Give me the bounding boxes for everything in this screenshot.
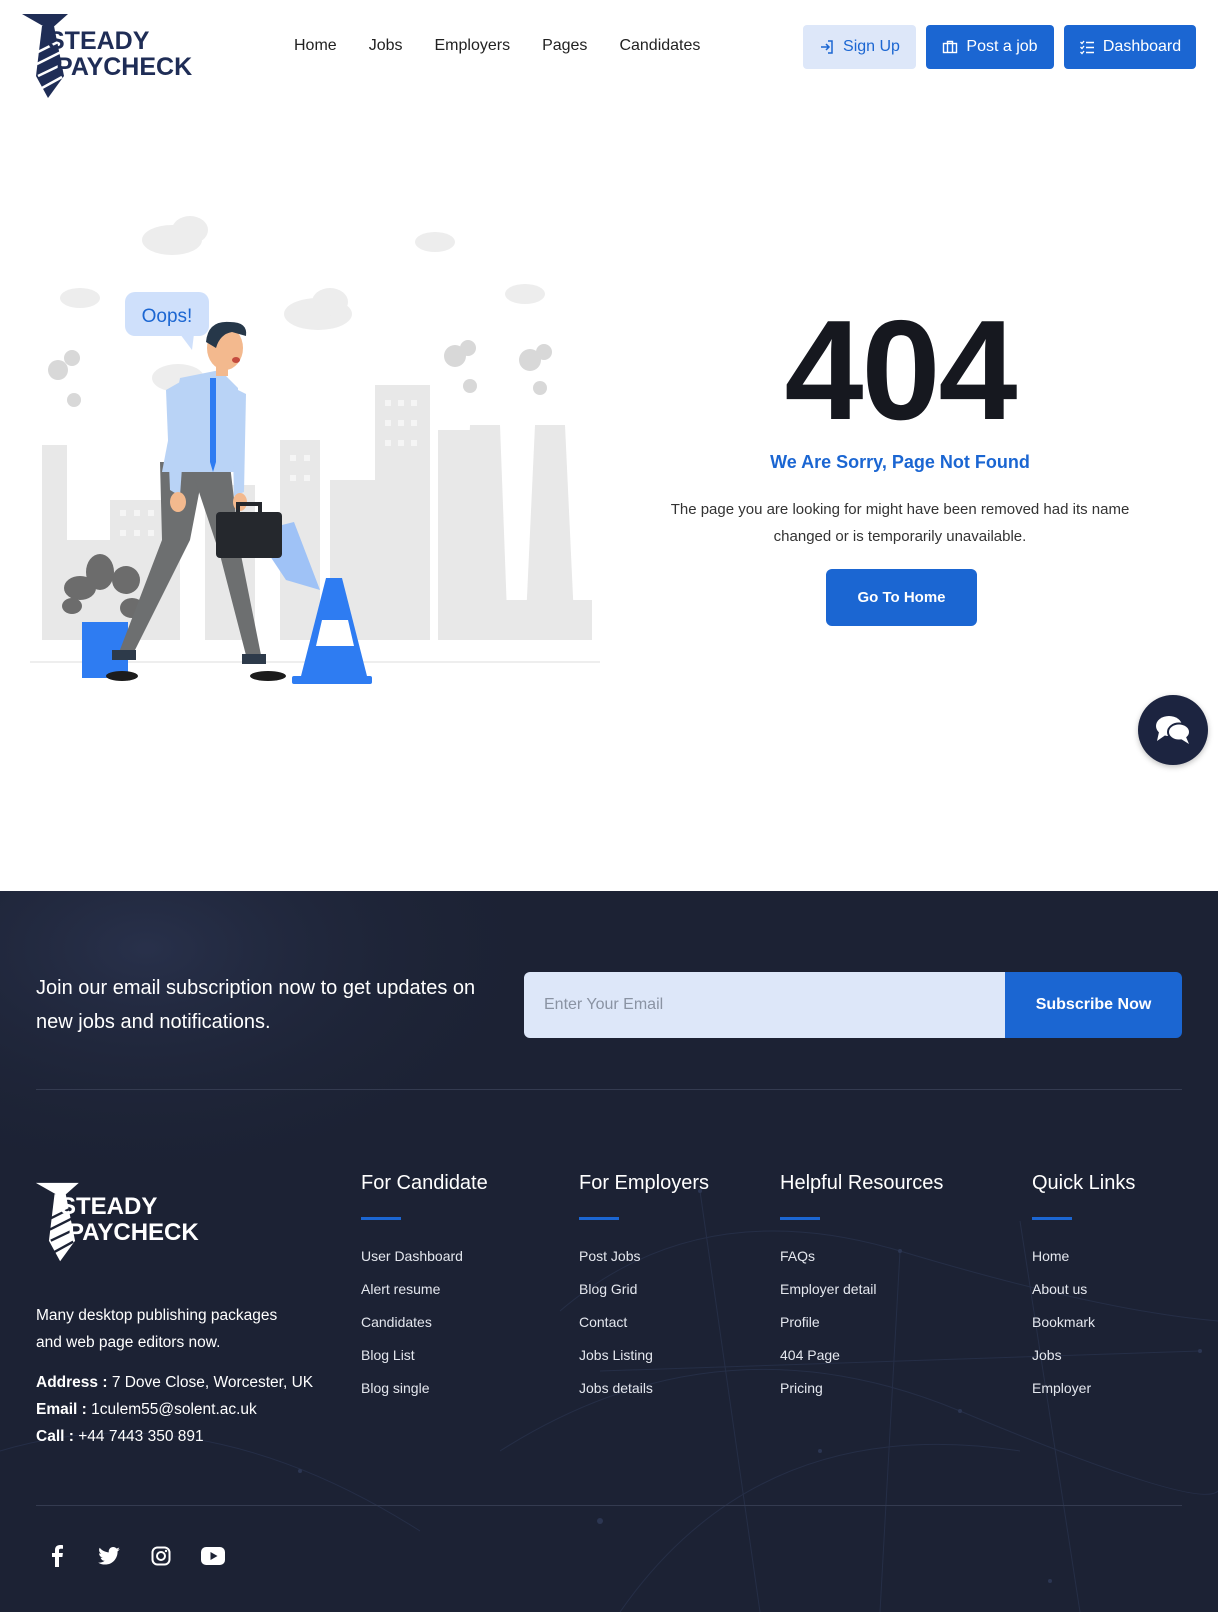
footer-column-title: For Candidate [361,1172,488,1194]
error-title: We Are Sorry, Page Not Found [770,452,1030,472]
footer-link[interactable]: 404 Page [780,1347,943,1364]
footer-call: Call : +44 7443 350 891 [36,1423,313,1450]
footer-column-resources: Helpful Resources FAQs Employer detail P… [780,1169,943,1413]
oops-bubble-text: Oops! [142,306,193,327]
footer-link[interactable]: About us [1032,1281,1135,1298]
footer-logo-line1: STEADY [60,1193,158,1220]
twitter-icon[interactable] [96,1543,122,1569]
instagram-icon[interactable] [148,1543,174,1569]
footer-link[interactable]: Post Jobs [579,1248,709,1265]
nav-item-home[interactable]: Home [294,34,337,58]
social-links [44,1543,226,1569]
error-message: The page you are looking for might have … [670,501,1130,545]
footer-logo[interactable]: STEADY PAYCHECK [34,1181,224,1266]
main-nav: Home Jobs Employers Pages Candidates [280,34,732,58]
footer-divider-top [36,1089,1182,1090]
sign-in-icon [821,40,833,54]
go-home-button[interactable]: Go To Home [826,569,977,626]
footer-column-employers: For Employers Post Jobs Blog Grid Contac… [579,1169,709,1413]
footer-link[interactable]: Alert resume [361,1281,488,1298]
footer-divider-bottom [36,1505,1182,1506]
footer-column-title: For Employers [579,1172,710,1194]
checklist-icon [1079,40,1094,55]
title-underline [579,1217,619,1220]
footer-link[interactable]: FAQs [780,1248,943,1265]
footer-link[interactable]: Jobs details [579,1380,709,1397]
subscribe-text: Join our email subscription now to get u… [36,977,476,1033]
subscribe-button[interactable]: Subscribe Now [1005,972,1182,1038]
footer-link[interactable]: Jobs Listing [579,1347,709,1364]
footer-logo-line2: PAYCHECK [68,1219,199,1246]
sad-man-illustration: Oops! [30,216,600,684]
footer-link[interactable]: Employer detail [780,1281,943,1298]
footer-link[interactable]: Blog single [361,1380,488,1397]
logo-line1: STEADY [48,27,150,55]
footer-link[interactable]: Bookmark [1032,1314,1135,1331]
call-value[interactable]: +44 7443 350 891 [78,1428,203,1445]
title-underline [1032,1217,1072,1220]
footer-email: Email : 1culem55@solent.ac.uk [36,1396,313,1423]
call-label: Call : [36,1428,74,1445]
title-underline [780,1217,820,1220]
chat-bubbles-icon [1156,716,1191,744]
title-underline [361,1217,401,1220]
dashboard-button[interactable]: Dashboard [1064,25,1196,69]
footer-link[interactable]: Pricing [780,1380,943,1397]
address-label: Address : [36,1374,108,1391]
email-label: Email : [36,1401,87,1418]
footer-link[interactable]: Profile [780,1314,943,1331]
footer-link[interactable]: Blog List [361,1347,488,1364]
error-code: 404 [784,291,1018,450]
footer-contact: Address : 7 Dove Close, Worcester, UK Em… [36,1369,313,1450]
email-value[interactable]: 1culem55@solent.ac.uk [91,1401,257,1418]
subscribe-form: Subscribe Now [524,972,1182,1038]
nav-item-pages[interactable]: Pages [542,34,587,58]
address-value: 7 Dove Close, Worcester, UK [111,1374,314,1391]
footer-link[interactable]: Jobs [1032,1347,1135,1364]
footer-column-title: Helpful Resources [780,1172,944,1194]
dashboard-label: Dashboard [1102,38,1182,55]
site-header: STEADY PAYCHECK Home Jobs Employers Page… [0,0,1218,100]
footer-link[interactable]: User Dashboard [361,1248,488,1265]
error-illustration: Oops! [30,210,600,710]
logo-line2: PAYCHECK [56,53,193,81]
footer-column-candidate: For Candidate User Dashboard Alert resum… [361,1169,488,1413]
nav-item-jobs[interactable]: Jobs [369,34,403,58]
nav-item-employers[interactable]: Employers [434,34,510,58]
footer-column-quick-links: Quick Links Home About us Bookmark Jobs … [1032,1169,1135,1413]
footer-link[interactable]: Employer [1032,1380,1135,1397]
footer-column-title: Quick Links [1032,1172,1136,1194]
youtube-icon[interactable] [200,1543,226,1569]
briefcase-icon [943,40,958,54]
footer-link[interactable]: Home [1032,1248,1135,1265]
post-job-button[interactable]: Post a job [926,25,1054,69]
email-input[interactable] [524,972,1005,1038]
footer-description: Many desktop publishing packages and web… [36,1307,278,1351]
footer-link[interactable]: Contact [579,1314,709,1331]
site-logo[interactable]: STEADY PAYCHECK [20,12,220,100]
signup-button[interactable]: Sign Up [803,25,916,69]
chat-button[interactable] [1138,695,1208,765]
facebook-icon[interactable] [44,1543,70,1569]
footer-address: Address : 7 Dove Close, Worcester, UK [36,1369,313,1396]
nav-item-candidates[interactable]: Candidates [619,34,700,58]
post-job-label: Post a job [966,38,1038,55]
footer-link[interactable]: Blog Grid [579,1281,709,1298]
site-footer: Join our email subscription now to get u… [0,891,1218,1612]
signup-label: Sign Up [843,38,900,55]
footer-link[interactable]: Candidates [361,1314,488,1331]
